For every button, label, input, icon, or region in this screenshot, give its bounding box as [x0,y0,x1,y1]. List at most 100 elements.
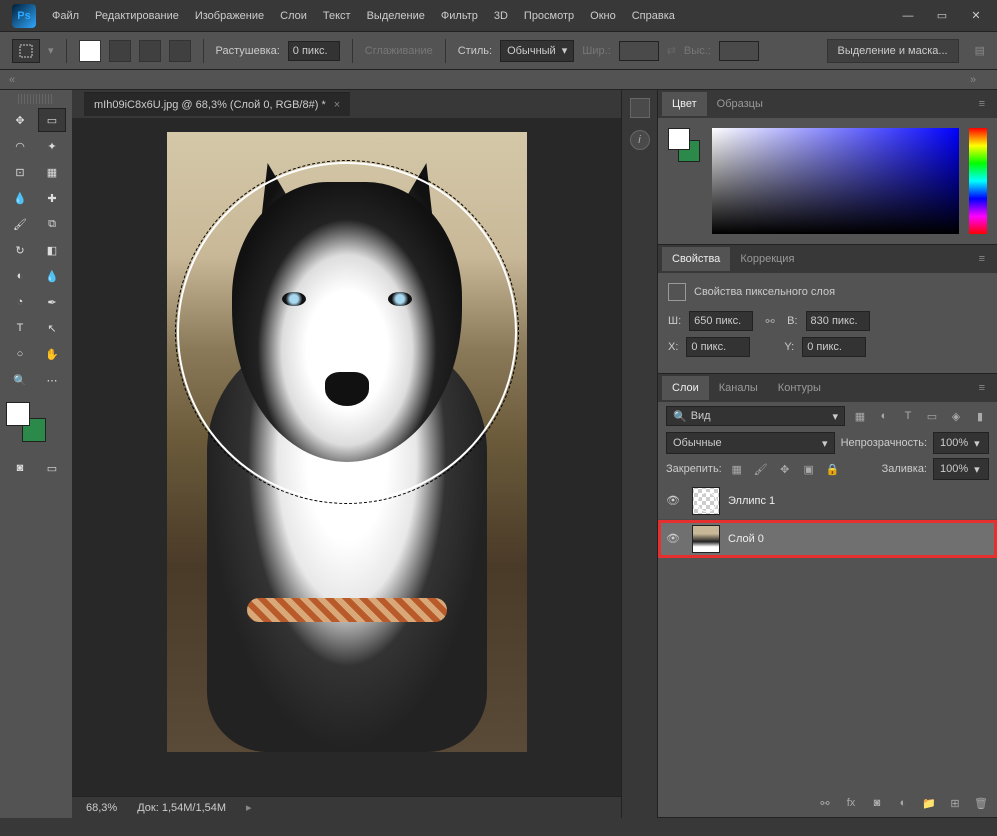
brush-tool[interactable]: 🖌 [6,212,34,236]
hand-tool[interactable]: ✋ [38,342,66,366]
delete-layer-icon[interactable]: 🗑 [973,797,989,810]
dodge-tool[interactable]: ◔ [6,290,34,314]
screen-mode-icon[interactable]: ▭ [38,456,66,480]
pen-tool[interactable]: ✒ [38,290,66,314]
lock-position-icon[interactable]: ✥ [776,460,794,478]
visibility-icon[interactable]: 👁 [666,494,684,507]
menu-image[interactable]: Изображение [187,10,272,22]
lock-artboard-icon[interactable]: ▣ [800,460,818,478]
menu-select[interactable]: Выделение [359,10,433,22]
tab-adjustments[interactable]: Коррекция [730,247,804,271]
canvas[interactable] [167,132,527,752]
document-tab[interactable]: mIh09iC8x6U.jpg @ 68,3% (Слой 0, RGB/8#)… [84,92,350,116]
lock-pixels-icon[interactable]: 🖌 [752,460,770,478]
layer-item[interactable]: 👁 Эллипс 1 [658,482,997,520]
hue-slider[interactable] [969,128,987,234]
height-input[interactable] [806,311,870,331]
healing-tool[interactable]: ✚ [38,186,66,210]
blend-mode-select[interactable]: Обычные▾ [666,432,835,454]
new-layer-icon[interactable]: ⊞ [947,797,963,810]
style-select[interactable]: Обычный▾ [500,40,574,62]
close-tab-icon[interactable]: × [334,99,340,111]
adjustment-layer-icon[interactable]: ◐ [895,797,911,809]
frame-tool[interactable]: ▦ [38,160,66,184]
fg-swatch[interactable] [668,128,690,150]
menu-window[interactable]: Окно [582,10,624,22]
width-input[interactable] [689,311,753,331]
layer-name[interactable]: Эллипс 1 [728,495,775,507]
panel-handle[interactable] [18,94,54,104]
history-panel-icon[interactable] [630,98,650,118]
move-tool[interactable]: ✥ [6,108,34,132]
foreground-color[interactable] [6,402,30,426]
menu-help[interactable]: Справка [624,10,683,22]
canvas-viewport[interactable] [72,118,621,796]
select-and-mask-button[interactable]: Выделение и маска... [827,39,959,63]
zoom-indicator[interactable]: 68,3% [86,802,117,814]
lasso-tool[interactable]: ◠ [6,134,34,158]
tab-properties[interactable]: Свойства [662,247,730,271]
preset-chevron-left[interactable]: « [0,74,24,86]
tab-channels[interactable]: Каналы [709,376,768,400]
filter-adjust-icon[interactable]: ◐ [875,407,893,425]
layer-item[interactable]: 👁 Слой 0 [658,520,997,558]
tab-paths[interactable]: Контуры [768,376,831,400]
quick-mask-icon[interactable]: ◙ [6,456,34,480]
layer-thumbnail[interactable] [692,487,720,515]
color-field[interactable] [712,128,959,234]
panel-menu-icon[interactable]: ≡ [971,382,993,394]
tab-layers[interactable]: Слои [662,376,709,400]
marquee-tool[interactable]: ▭ [38,108,66,132]
filter-pixel-icon[interactable]: ▦ [851,407,869,425]
lock-all-icon[interactable]: 🔒 [824,460,842,478]
link-layers-icon[interactable]: ⚯ [817,797,833,810]
lock-transparency-icon[interactable]: ▦ [728,460,746,478]
feather-input[interactable] [288,41,340,61]
layer-filter-select[interactable]: 🔍 Вид ▾ [666,406,845,426]
fill-input[interactable]: 100%▾ [933,458,989,480]
y-input[interactable] [802,337,866,357]
edit-toolbar[interactable]: ⋯ [38,368,66,392]
menu-file[interactable]: Файл [44,10,87,22]
menu-view[interactable]: Просмотр [516,10,582,22]
visibility-icon[interactable]: 👁 [666,532,684,545]
chevron-down-icon[interactable]: ▾ [48,44,54,57]
magic-wand-tool[interactable]: ✦ [38,134,66,158]
panel-toggle-icon[interactable]: ▤ [975,44,985,57]
status-chevron[interactable]: ▸ [246,801,252,814]
menu-layer[interactable]: Слои [272,10,315,22]
opacity-input[interactable]: 100%▾ [933,432,989,454]
menu-edit[interactable]: Редактирование [87,10,187,22]
eyedropper-tool[interactable]: 💧 [6,186,34,210]
info-panel-icon[interactable]: i [630,130,650,150]
layer-mask-icon[interactable]: ◙ [869,797,885,809]
layer-style-icon[interactable]: fx [843,797,859,809]
blur-tool[interactable]: 💧 [38,264,66,288]
menu-type[interactable]: Текст [315,10,359,22]
type-tool[interactable]: T [6,316,34,340]
link-icon[interactable]: ⚯ [761,312,779,330]
current-tool-icon[interactable] [12,39,40,63]
crop-tool[interactable]: ⊡ [6,160,34,184]
zoom-tool[interactable]: 🔍 [6,368,34,392]
close-button[interactable]: ✕ [959,2,993,30]
menu-3d[interactable]: 3D [486,10,516,22]
selection-new-icon[interactable] [79,40,101,62]
color-swatches[interactable] [6,402,46,442]
preset-chevron-right[interactable]: » [961,74,985,86]
layer-name[interactable]: Слой 0 [728,533,764,545]
gradient-tool[interactable]: ◐ [6,264,34,288]
filter-smart-icon[interactable]: ◈ [947,407,965,425]
stamp-tool[interactable]: ⧉ [38,212,66,236]
selection-add-icon[interactable] [109,40,131,62]
selection-subtract-icon[interactable] [139,40,161,62]
minimize-button[interactable]: — [891,2,925,30]
filter-toggle-icon[interactable]: ▮ [971,407,989,425]
selection-intersect-icon[interactable] [169,40,191,62]
eraser-tool[interactable]: ◧ [38,238,66,262]
layer-thumbnail[interactable] [692,525,720,553]
panel-menu-icon[interactable]: ≡ [971,98,993,110]
maximize-button[interactable]: ▭ [925,2,959,30]
filter-type-icon[interactable]: T [899,407,917,425]
filter-shape-icon[interactable]: ▭ [923,407,941,425]
